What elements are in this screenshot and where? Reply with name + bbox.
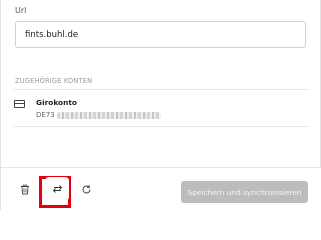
account-item[interactable]: Girokonto DE73: [13, 94, 309, 124]
account-iban: DE73: [36, 111, 161, 119]
url-input[interactable]: fints.buhl.de: [15, 21, 306, 48]
accounts-section-title: ZUGEHÖRIGE KONTEN: [15, 77, 93, 85]
save-and-sync-button[interactable]: Speichern und synchronisieren: [181, 181, 308, 203]
footer-toolbar: Speichern und synchronisieren: [1, 167, 321, 210]
bank-access-panel: Url fints.buhl.de ZUGEHÖRIGE KONTEN Giro…: [0, 0, 321, 210]
swap-arrows-icon: [52, 185, 62, 193]
iban-redacted: [56, 111, 161, 119]
divider: [13, 126, 309, 127]
swap-button[interactable]: [45, 177, 69, 201]
refresh-icon: [82, 184, 90, 193]
trash-icon: [21, 184, 29, 195]
url-value: fints.buhl.de: [25, 29, 79, 40]
refresh-button[interactable]: [74, 177, 98, 201]
delete-button[interactable]: [13, 177, 37, 201]
account-name: Girokonto: [36, 98, 77, 107]
iban-prefix: DE73: [36, 111, 55, 119]
url-label: Url: [15, 6, 27, 15]
bank-card-icon: [14, 100, 25, 108]
divider: [13, 89, 309, 90]
